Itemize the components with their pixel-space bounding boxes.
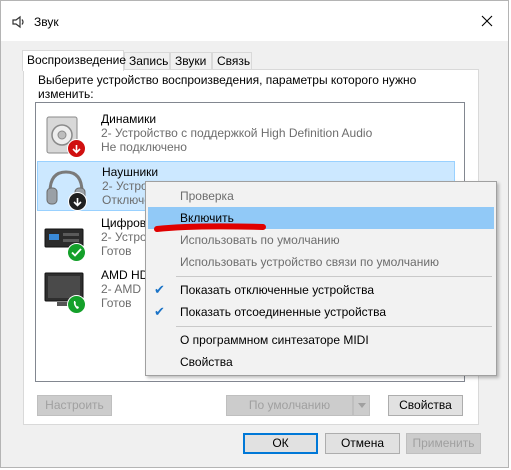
cancel-button[interactable]: Отмена [325,433,400,454]
device-status: Готов [101,296,132,310]
device-name: Динамики [101,112,157,126]
menu-separator [176,276,492,277]
ready-check-icon [67,243,86,262]
configure-button[interactable]: Настроить [37,395,112,416]
menu-separator [176,326,492,327]
close-button[interactable] [472,7,502,35]
tab-communications[interactable]: Связь [212,52,252,69]
device-status: Готов [101,244,132,258]
set-default-dropdown[interactable] [353,395,370,416]
menu-item-midi-synth[interactable]: О программном синтезаторе MIDI [148,329,494,351]
title-bar: Звук [1,1,508,41]
device-description: 2- Устройство с поддержкой High Definiti… [101,126,373,140]
close-icon [481,15,493,27]
tab-sounds[interactable]: Звуки [170,52,212,69]
device-name: Наушники [102,165,159,179]
context-menu: Проверка Включить Использовать по умолча… [145,181,497,376]
tab-recording[interactable]: Запись [124,52,170,69]
checkmark-icon: ✔ [154,304,165,319]
menu-item-show-disabled[interactable]: ✔ Показать отключенные устройства [148,279,494,301]
checkmark-icon: ✔ [154,282,165,297]
disabled-badge-icon [68,192,87,211]
disconnected-badge-icon [67,139,86,158]
window-title: Звук [34,15,59,29]
ok-button[interactable]: ОК [243,433,318,454]
menu-item-set-default-communication[interactable]: Использовать устройство связи по умолчан… [148,251,494,273]
communications-phone-icon [67,295,86,314]
instruction-text: Выберите устройство воспроизведения, пар… [38,73,417,101]
properties-button[interactable]: Свойства [388,395,463,416]
device-item-speakers[interactable]: Динамики 2- Устройство с поддержкой High… [37,109,455,159]
red-underline-annotation [154,223,266,232]
apply-button[interactable]: Применить [406,433,481,454]
device-status: Не подключено [101,140,187,154]
menu-item-test[interactable]: Проверка [148,185,494,207]
menu-item-show-disconnected[interactable]: ✔ Показать отсоединенные устройства [148,301,494,323]
menu-item-properties[interactable]: Свойства [148,351,494,373]
set-default-button[interactable]: По умолчанию [226,395,353,416]
speaker-icon [12,15,24,29]
chevron-down-icon [357,403,366,408]
tab-playback[interactable]: Воспроизведение [22,50,126,71]
